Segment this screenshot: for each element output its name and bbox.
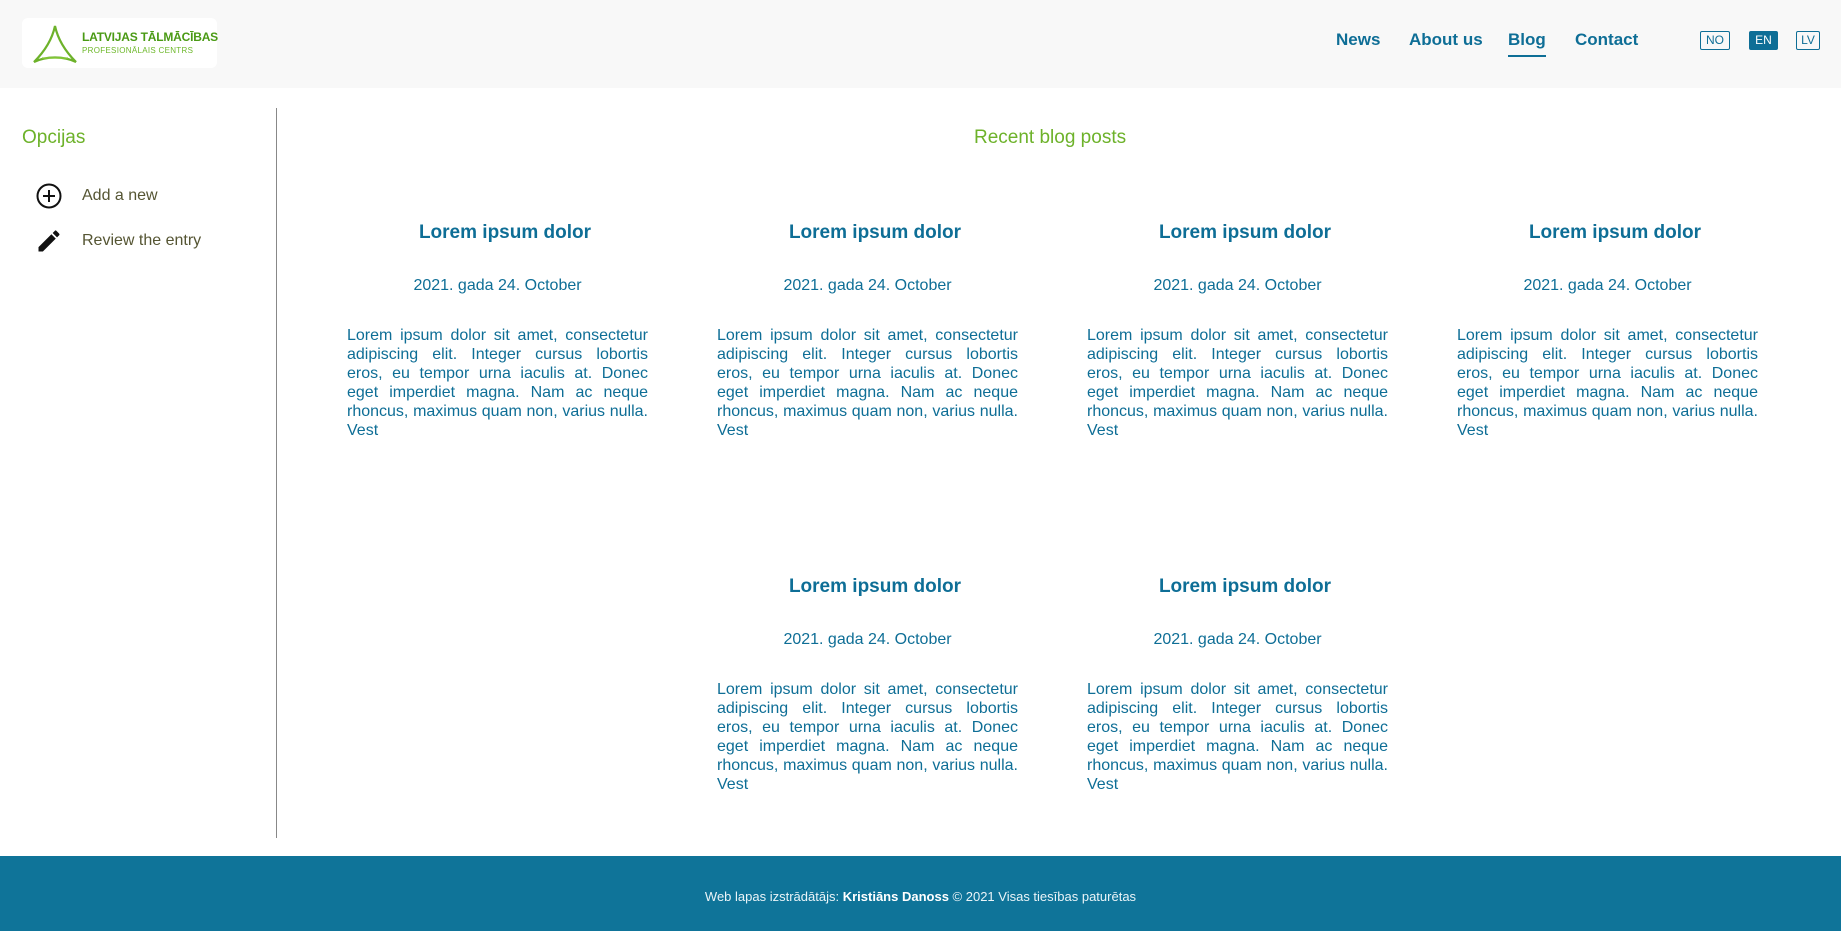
post-date: 2021. gada 24. October xyxy=(1153,631,1322,648)
post-title[interactable]: Lorem ipsum dolor xyxy=(717,222,1033,244)
nav-blog[interactable]: Blog xyxy=(1508,30,1546,57)
post-title[interactable]: Lorem ipsum dolor xyxy=(1457,222,1773,244)
post-date: 2021. gada 24. October xyxy=(1523,277,1692,294)
post-title[interactable]: Lorem ipsum dolor xyxy=(347,222,663,244)
post-date: 2021. gada 24. October xyxy=(413,277,582,294)
post-excerpt: Lorem ipsum dolor sit amet, consectetur … xyxy=(1087,327,1388,439)
footer-author: Kristiāns Danoss xyxy=(842,889,949,904)
post-excerpt: Lorem ipsum dolor sit amet, consectetur … xyxy=(347,327,648,439)
sidebar-item-add-new[interactable]: Add a new xyxy=(34,181,254,211)
add-circle-icon xyxy=(34,181,64,211)
post-excerpt: Lorem ipsum dolor sit amet, consectetur … xyxy=(1087,681,1388,793)
post-title[interactable]: Lorem ipsum dolor xyxy=(1087,576,1403,598)
site-logo[interactable]: LATVIJAS TĀLMĀCĪBAS PROFESIONĀLAIS CENTR… xyxy=(22,18,218,68)
lang-en-button[interactable]: EN xyxy=(1749,31,1778,50)
post-date: 2021. gada 24. October xyxy=(783,631,952,648)
sidebar-item-label: Review the entry xyxy=(82,232,202,249)
sidebar-divider xyxy=(276,108,277,838)
logo-subtitle: PROFESIONĀLAIS CENTRS xyxy=(82,46,194,55)
footer-prefix: Web lapas izstrādātājs: xyxy=(704,889,840,904)
nav-about-us[interactable]: About us xyxy=(1409,30,1483,50)
post-excerpt: Lorem ipsum dolor sit amet, consectetur … xyxy=(717,681,1018,793)
sidebar-item-review-entry[interactable]: Review the entry xyxy=(34,226,254,256)
post-title[interactable]: Lorem ipsum dolor xyxy=(1087,222,1403,244)
sidebar-item-label: Add a new xyxy=(82,187,158,204)
logo-title: LATVIJAS TĀLMĀCĪBAS xyxy=(82,30,218,44)
lang-lv-button[interactable]: LV xyxy=(1796,31,1820,50)
nav-news[interactable]: News xyxy=(1336,30,1380,50)
nav-contact[interactable]: Contact xyxy=(1575,30,1638,50)
post-excerpt: Lorem ipsum dolor sit amet, consectetur … xyxy=(717,327,1018,439)
footer-copyright: Web lapas izstrādātājs: Kristiāns Danoss… xyxy=(0,889,1841,904)
logo-triangle-icon xyxy=(33,25,77,63)
footer-rights: © 2021 Visas tiesības paturētas xyxy=(952,889,1137,904)
post-date: 2021. gada 24. October xyxy=(1153,277,1322,294)
lang-no-button[interactable]: NO xyxy=(1700,31,1730,50)
page-title: Recent blog posts xyxy=(974,127,1127,148)
post-title[interactable]: Lorem ipsum dolor xyxy=(717,576,1033,598)
post-date: 2021. gada 24. October xyxy=(783,277,952,294)
site-header: LATVIJAS TĀLMĀCĪBAS PROFESIONĀLAIS CENTR… xyxy=(0,0,1841,88)
sidebar-title: Opcijas xyxy=(22,127,86,148)
post-excerpt: Lorem ipsum dolor sit amet, consectetur … xyxy=(1457,327,1758,439)
pencil-icon xyxy=(34,226,64,256)
site-footer: Web lapas izstrādātājs: Kristiāns Danoss… xyxy=(0,856,1841,931)
